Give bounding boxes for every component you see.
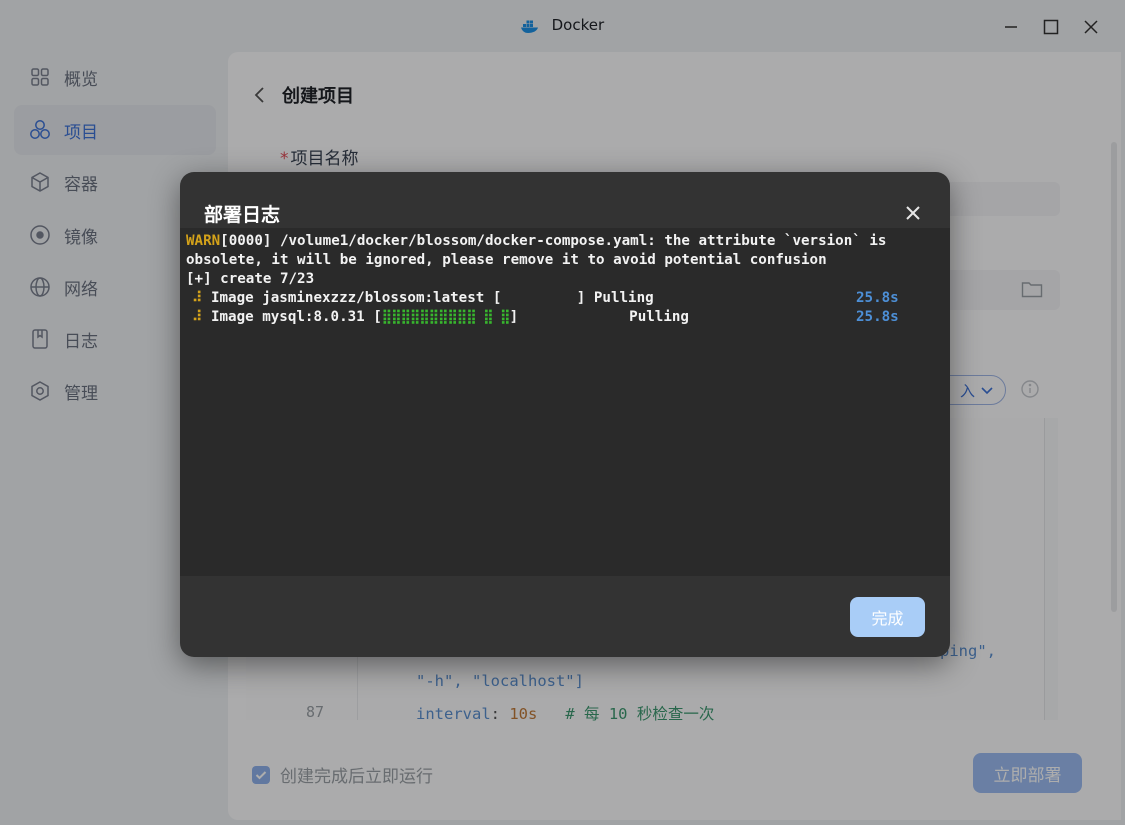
- docker-window: Docker 概览 项目 容器 镜像 网络 日志 管理 创建项目 * 项目名称 …: [0, 0, 1125, 825]
- log-text: [0000] /volume1/docker/blossom/docker-co…: [220, 233, 887, 249]
- pull-time: 25.8s: [856, 290, 899, 306]
- progress-bar: [501, 290, 576, 306]
- close-icon[interactable]: [902, 202, 924, 224]
- log-output: WARN[0000] /volume1/docker/blossom/docke…: [180, 228, 950, 576]
- pull-status: ] Pulling: [576, 290, 654, 306]
- spinner-icon: ⠼: [192, 309, 203, 325]
- deploy-log-dialog: 部署日志 WARN[0000] /volume1/docker/blossom/…: [180, 172, 950, 657]
- done-button[interactable]: 完成: [850, 597, 925, 637]
- warn-tag: WARN: [186, 233, 221, 249]
- spinner-icon: ⠼: [192, 290, 203, 306]
- pull-time: 25.8s: [856, 309, 899, 325]
- image-prefix: Image jasminexzzz/blossom:latest [: [210, 290, 502, 306]
- image-pull-row: ⠼ Image mysql:8.0.31 [⣿⣿⣿⣿⣿⣿⣿⣿⣿⣿ ⣿ ⣿] Pu…: [192, 309, 689, 325]
- log-line: obsolete, it will be ignored, please rem…: [186, 252, 827, 268]
- dialog-title: 部署日志: [204, 204, 281, 226]
- image-prefix: Image mysql:8.0.31 [: [210, 309, 382, 325]
- pull-status: ] Pulling: [509, 309, 689, 325]
- progress-bar: ⣿⣿⣿⣿⣿⣿⣿⣿⣿⣿ ⣿ ⣿: [381, 309, 511, 325]
- log-line: WARN[0000] /volume1/docker/blossom/docke…: [186, 233, 886, 249]
- image-pull-row: ⠼ Image jasminexzzz/blossom:latest [ ] P…: [192, 290, 654, 306]
- log-line: [+] create 7/23: [186, 271, 315, 287]
